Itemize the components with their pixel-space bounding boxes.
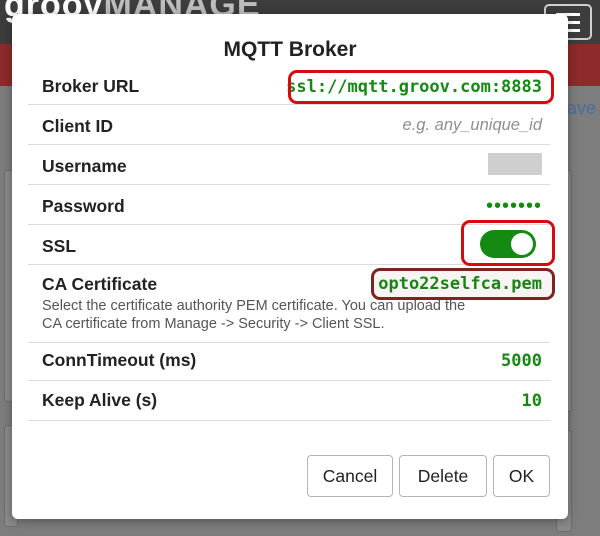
keep-alive-row: Keep Alive (s) 10	[28, 380, 550, 421]
password-row: Password •••••••	[28, 184, 550, 225]
keep-alive-input[interactable]: 10	[522, 391, 542, 411]
keep-alive-label: Keep Alive (s)	[42, 390, 158, 410]
highlight-broker-url	[288, 70, 554, 104]
ssl-label: SSL	[42, 236, 77, 256]
ca-certificate-help: Select the certificate authority PEM cer…	[42, 297, 552, 333]
conn-timeout-label: ConnTimeout (ms)	[42, 350, 197, 370]
client-id-row: Client ID e.g. any_unique_id	[28, 104, 550, 145]
password-input[interactable]: •••••••	[486, 196, 542, 216]
delete-button[interactable]: Delete	[399, 455, 487, 497]
background-save-link[interactable]: ave	[567, 98, 596, 119]
username-label: Username	[42, 156, 127, 176]
ok-button[interactable]: OK	[493, 455, 550, 497]
ca-help-line-2: CA certificate from Manage -> Security -…	[42, 316, 385, 332]
cancel-button[interactable]: Cancel	[307, 455, 393, 497]
client-id-label: Client ID	[42, 116, 113, 136]
password-label: Password	[42, 196, 125, 216]
username-input[interactable]	[488, 153, 542, 175]
username-row: Username	[28, 144, 550, 185]
highlight-ssl-toggle	[461, 220, 555, 266]
dialog-title: MQTT Broker	[223, 38, 357, 61]
broker-url-label: Broker URL	[42, 76, 140, 96]
conn-timeout-row: ConnTimeout (ms) 5000	[28, 342, 550, 381]
highlight-ca-certificate	[371, 268, 555, 300]
ca-certificate-label: CA Certificate	[42, 274, 158, 294]
conn-timeout-input[interactable]: 5000	[501, 351, 542, 371]
client-id-input[interactable]: e.g. any_unique_id	[403, 116, 542, 135]
mqtt-broker-dialog: MQTT Broker Broker URL ssl://mqtt.groov.…	[12, 14, 568, 519]
